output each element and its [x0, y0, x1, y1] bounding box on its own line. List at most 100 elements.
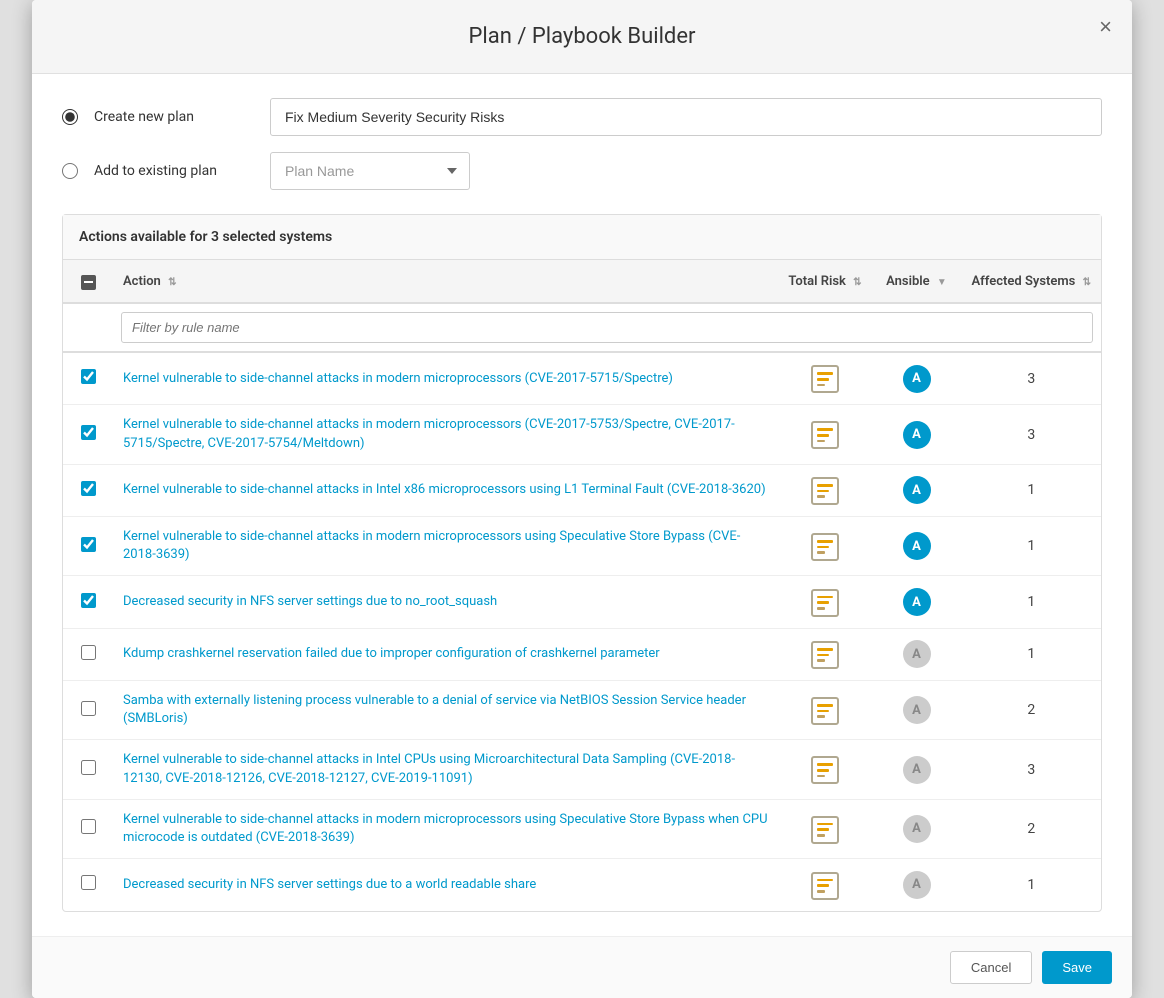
table-row: Kernel vulnerable to side-channel attack… [63, 740, 1101, 799]
risk-icon [811, 421, 839, 449]
row-check-cell [63, 799, 113, 858]
row-affected-cell: 3 [962, 352, 1102, 405]
row-check-cell [63, 405, 113, 464]
risk-icon [811, 816, 839, 844]
close-button[interactable]: × [1099, 16, 1112, 38]
risk-bar-mid [817, 546, 829, 549]
plan-name-input[interactable] [270, 98, 1102, 136]
table-row: Kernel vulnerable to side-channel attack… [63, 352, 1101, 405]
add-existing-radio[interactable] [62, 163, 78, 179]
row-check-cell [63, 740, 113, 799]
action-link[interactable]: Samba with externally listening process … [123, 693, 746, 726]
row-action-cell: Kernel vulnerable to side-channel attack… [113, 799, 778, 858]
row-check-cell [63, 352, 113, 405]
row-affected-cell: 1 [962, 859, 1102, 911]
table-header-row: Action ⇅ Total Risk ⇅ Ansible ▼ [63, 260, 1101, 303]
modal-header: Plan / Playbook Builder [32, 0, 1132, 74]
modal-footer: Cancel Save [32, 936, 1132, 998]
ansible-badge: A [903, 532, 931, 560]
row-checkbox[interactable] [81, 760, 96, 775]
action-link[interactable]: Kernel vulnerable to side-channel attack… [123, 529, 740, 562]
actions-container: Actions available for 3 selected systems… [62, 214, 1102, 911]
row-ansible-cell: A [872, 799, 962, 858]
risk-bars [813, 535, 837, 559]
risk-icon [811, 533, 839, 561]
risk-sort-icon[interactable]: ⇅ [853, 277, 861, 288]
row-action-cell: Decreased security in NFS server setting… [113, 576, 778, 628]
risk-bars [813, 367, 837, 391]
action-link[interactable]: Kernel vulnerable to side-channel attack… [123, 752, 735, 785]
filter-check-cell [63, 303, 113, 352]
risk-bar-high [817, 704, 833, 707]
ansible-badge: A [903, 588, 931, 616]
risk-icon [811, 365, 839, 393]
row-risk-cell [778, 740, 871, 799]
col-header-affected[interactable]: Affected Systems ⇅ [962, 260, 1102, 303]
row-checkbox[interactable] [81, 645, 96, 660]
row-checkbox[interactable] [81, 369, 96, 384]
risk-bars [813, 699, 837, 723]
ansible-badge: A [903, 476, 931, 504]
risk-bar-high [817, 648, 833, 651]
filter-row [63, 303, 1101, 352]
action-link[interactable]: Kernel vulnerable to side-channel attack… [123, 482, 766, 497]
action-link[interactable]: Decreased security in NFS server setting… [123, 877, 536, 892]
filter-input[interactable] [121, 312, 1093, 343]
risk-icon [811, 872, 839, 900]
select-all-checkbox[interactable] [81, 275, 96, 290]
plan-name-dropdown[interactable]: Plan Name [270, 152, 470, 190]
action-link[interactable]: Kernel vulnerable to side-channel attack… [123, 417, 735, 450]
plan-options: Create new plan Add to existing plan Pla… [62, 98, 1102, 190]
risk-bar-high [817, 540, 833, 543]
risk-bars [813, 643, 837, 667]
table-row: Samba with externally listening process … [63, 681, 1101, 740]
row-checkbox[interactable] [81, 875, 96, 890]
row-risk-cell [778, 628, 871, 680]
row-action-cell: Kernel vulnerable to side-channel attack… [113, 517, 778, 576]
risk-bar-low [817, 775, 825, 778]
table-row: Decreased security in NFS server setting… [63, 859, 1101, 911]
row-ansible-cell: A [872, 859, 962, 911]
action-link[interactable]: Kdump crashkernel reservation failed due… [123, 646, 660, 661]
cancel-button[interactable]: Cancel [950, 951, 1032, 984]
risk-bar-high [817, 763, 833, 766]
affected-sort-icon[interactable]: ⇅ [1083, 277, 1091, 288]
row-ansible-cell: A [872, 352, 962, 405]
row-ansible-cell: A [872, 740, 962, 799]
row-checkbox[interactable] [81, 537, 96, 552]
risk-bars [813, 591, 837, 615]
row-affected-cell: 3 [962, 405, 1102, 464]
ansible-badge: A [903, 815, 931, 843]
modal-title: Plan / Playbook Builder [52, 24, 1112, 49]
ansible-badge: A [903, 756, 931, 784]
row-risk-cell [778, 517, 871, 576]
risk-bar-low [817, 495, 825, 498]
action-sort-icon[interactable]: ⇅ [168, 277, 176, 288]
risk-icon [811, 477, 839, 505]
risk-bar-mid [817, 434, 829, 437]
save-button[interactable]: Save [1042, 951, 1112, 984]
row-risk-cell [778, 352, 871, 405]
action-link[interactable]: Kernel vulnerable to side-channel attack… [123, 812, 768, 845]
row-check-cell [63, 681, 113, 740]
row-checkbox[interactable] [81, 819, 96, 834]
row-action-cell: Kernel vulnerable to side-channel attack… [113, 464, 778, 516]
row-checkbox[interactable] [81, 593, 96, 608]
row-checkbox[interactable] [81, 701, 96, 716]
col-header-risk[interactable]: Total Risk ⇅ [778, 260, 871, 303]
action-link[interactable]: Kernel vulnerable to side-channel attack… [123, 371, 673, 386]
row-action-cell: Kdump crashkernel reservation failed due… [113, 628, 778, 680]
col-header-ansible[interactable]: Ansible ▼ [872, 260, 962, 303]
add-existing-label: Add to existing plan [94, 163, 254, 179]
row-checkbox[interactable] [81, 481, 96, 496]
add-existing-option: Add to existing plan Plan Name [62, 152, 1102, 190]
col-header-action[interactable]: Action ⇅ [113, 260, 778, 303]
create-new-radio[interactable] [62, 109, 78, 125]
risk-bars [813, 818, 837, 842]
row-affected-cell: 1 [962, 628, 1102, 680]
row-ansible-cell: A [872, 576, 962, 628]
ansible-sort-icon[interactable]: ▼ [937, 277, 947, 288]
action-link[interactable]: Decreased security in NFS server setting… [123, 594, 497, 609]
row-checkbox[interactable] [81, 425, 96, 440]
risk-icon [811, 589, 839, 617]
